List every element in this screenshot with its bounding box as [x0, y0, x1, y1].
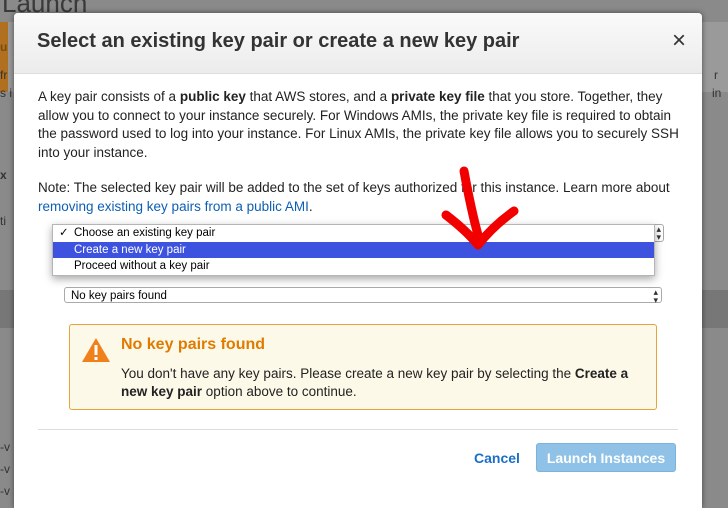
background-fragment: u	[0, 40, 8, 54]
note-text: Note: The selected key pair will be adde…	[38, 178, 688, 216]
option-label: Create a new key pair	[74, 243, 186, 256]
no-key-pairs-alert: No key pairs found You don't have any ke…	[69, 324, 657, 410]
background-fragment: fr	[0, 68, 8, 82]
background-fragment: x	[0, 168, 7, 182]
modal-header: Select an existing key pair or create a …	[14, 13, 702, 74]
background-fragment: -v	[0, 462, 10, 476]
alert-text-part: You don't have any key pairs. Please cre…	[121, 366, 575, 381]
option-label: Choose an existing key pair	[74, 227, 216, 239]
alert-text-part: option above to continue.	[202, 384, 357, 399]
key-pair-modal: Select an existing key pair or create a …	[14, 13, 702, 508]
select-arrows-icon: ▴ ▾	[656, 224, 661, 242]
option-choose-existing[interactable]: ✓ Choose an existing key pair	[53, 225, 654, 242]
background-fragment: -v	[0, 484, 10, 498]
modal-title: Select an existing key pair or create a …	[37, 30, 520, 52]
cancel-button[interactable]: Cancel	[474, 450, 520, 466]
key-pair-option-dropdown[interactable]: ✓ Choose an existing key pair Create a n…	[52, 224, 655, 276]
private-key-term: private key file	[390, 89, 485, 104]
note-part: .	[308, 199, 313, 214]
intro-part: that AWS stores, and a	[245, 89, 391, 104]
option-create-new[interactable]: Create a new key pair	[53, 241, 654, 258]
note-part: Note: The selected key pair will be adde…	[38, 180, 670, 195]
background-fragment: r	[714, 68, 718, 82]
alert-text: You don't have any key pairs. Please cre…	[121, 365, 641, 401]
option-proceed-without[interactable]: Proceed without a key pair	[53, 258, 654, 275]
select-arrows-icon: ▴ ▾	[653, 287, 658, 305]
intro-part: A key pair consists of a	[38, 89, 180, 104]
background-fragment: ti	[0, 214, 6, 228]
background-fragment: -v	[0, 440, 10, 454]
option-label: Proceed without a key pair	[74, 260, 210, 272]
alert-title: No key pairs found	[121, 336, 266, 353]
intro-text: A key pair consists of a public key that…	[38, 88, 688, 162]
background-fragment: in	[712, 86, 722, 100]
footer-divider	[38, 429, 678, 430]
remove-key-pairs-link[interactable]: removing existing key pairs from a publi…	[38, 199, 309, 214]
key-pair-select-value: No key pairs found	[71, 290, 167, 302]
warning-icon	[82, 338, 110, 362]
red-arrow-annotation	[441, 166, 519, 250]
close-icon[interactable]: ×	[672, 29, 686, 53]
launch-instances-button[interactable]: Launch Instances	[536, 443, 676, 472]
background-fragment: s i	[0, 86, 12, 100]
key-pair-select[interactable]: No key pairs found ▴ ▾	[64, 287, 662, 305]
public-key-term: public key	[179, 89, 246, 104]
check-icon: ✓	[59, 227, 69, 239]
